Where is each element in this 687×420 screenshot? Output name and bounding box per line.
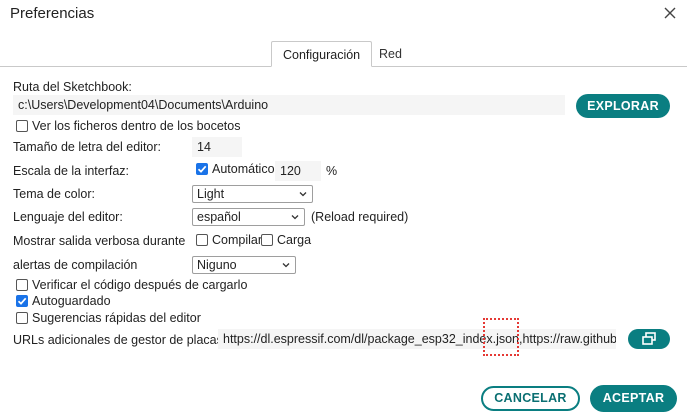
tab-red[interactable]: Red	[368, 41, 413, 67]
warnings-label: alertas de compilación	[13, 258, 138, 272]
sketchbook-label: Ruta del Sketchbook:	[13, 80, 132, 94]
warnings-select[interactable]: Niguno	[192, 256, 296, 274]
verbose-compile-row: Compilar	[196, 233, 262, 247]
theme-label: Tema de color:	[13, 187, 95, 201]
verbose-compile-label: Compilar	[212, 233, 263, 247]
dialog-title: Preferencias	[10, 5, 95, 22]
font-size-input[interactable]: 14	[192, 137, 242, 157]
verbose-upload-row: Carga	[261, 233, 311, 247]
language-select[interactable]: español	[192, 208, 305, 226]
highlight-marker	[483, 318, 519, 356]
show-files-label: Ver los ficheros dentro de los bocetos	[32, 119, 241, 133]
cancel-button[interactable]: CANCELAR	[481, 386, 580, 411]
scale-label: Escala de la interfaz:	[13, 164, 130, 178]
scale-auto-label: Automático	[212, 162, 275, 176]
verbose-label: Mostrar salida verbosa durante	[13, 234, 186, 248]
scale-unit: %	[326, 164, 338, 178]
quick-suggestions-label: Sugerencias rápidas del editor	[32, 311, 201, 325]
chevron-down-icon	[299, 192, 307, 197]
language-reload-note: (Reload required)	[311, 210, 409, 224]
verbose-upload-checkbox[interactable]	[261, 234, 273, 246]
font-size-label: Tamaño de letra del editor:	[13, 140, 162, 154]
autosave-checkbox[interactable]	[16, 295, 28, 307]
board-urls-input[interactable]: https://dl.espressif.com/dl/package_esp3…	[218, 329, 616, 349]
theme-select-value: Light	[197, 187, 225, 201]
show-files-checkbox[interactable]	[16, 120, 28, 132]
quick-suggestions-row: Sugerencias rápidas del editor	[16, 311, 201, 325]
open-window-icon	[642, 332, 656, 345]
theme-select[interactable]: Light	[192, 185, 313, 203]
scale-auto-row: Automático	[196, 162, 275, 176]
autosave-row: Autoguardado	[16, 294, 111, 308]
chevron-down-icon	[282, 263, 290, 268]
sketchbook-path-input[interactable]: c:\Users\Development04\Documents\Arduino	[13, 95, 565, 115]
board-urls-label: URLs adicionales de gestor de placas:	[13, 333, 227, 347]
chevron-down-icon	[291, 215, 299, 220]
verify-label: Verificar el código después de cargarlo	[32, 278, 248, 292]
accept-button[interactable]: ACEPTAR	[590, 385, 677, 412]
autosave-label: Autoguardado	[32, 294, 111, 308]
scale-auto-checkbox[interactable]	[196, 163, 208, 175]
verbose-compile-checkbox[interactable]	[196, 234, 208, 246]
verify-checkbox[interactable]	[16, 279, 28, 291]
tab-configuracion[interactable]: Configuración	[271, 41, 373, 67]
verify-row: Verificar el código después de cargarlo	[16, 278, 247, 292]
language-select-value: español	[197, 210, 241, 224]
quick-suggestions-checkbox[interactable]	[16, 312, 28, 324]
warnings-select-value: Niguno	[197, 258, 237, 272]
close-icon[interactable]	[661, 4, 679, 22]
show-files-row: Ver los ficheros dentro de los bocetos	[16, 119, 240, 133]
browse-button[interactable]: EXPLORAR	[576, 94, 670, 118]
language-label: Lenguaje del editor:	[13, 210, 123, 224]
scale-value-input[interactable]: 120	[275, 161, 321, 181]
verbose-upload-label: Carga	[277, 233, 312, 247]
open-window-button[interactable]	[628, 329, 670, 349]
